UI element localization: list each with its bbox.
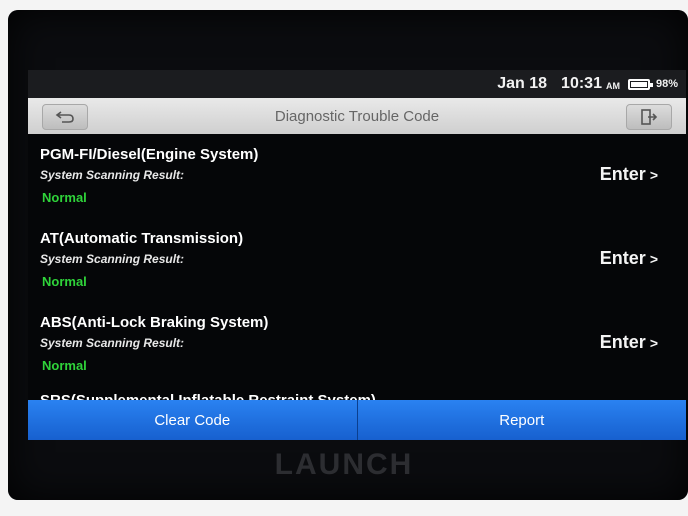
- status-bar: Jan 18 10:31 AM 98%: [28, 70, 686, 98]
- clear-code-button[interactable]: Clear Code: [28, 400, 357, 440]
- system-name: ABS(Anti-Lock Braking System): [40, 314, 269, 331]
- enter-button[interactable]: Enter >: [600, 248, 658, 269]
- battery-percent: 98%: [655, 78, 678, 90]
- back-arrow-icon: [55, 111, 74, 123]
- exit-icon: [641, 109, 658, 125]
- report-button[interactable]: Report: [357, 400, 686, 440]
- enter-button[interactable]: Enter >: [600, 332, 658, 353]
- enter-button[interactable]: Enter >: [600, 164, 658, 185]
- exit-button[interactable]: [626, 104, 672, 130]
- partial-system-name[interactable]: SRS(Supplemental Inflatable Restraint Sy…: [40, 392, 376, 400]
- enter-label: Enter: [599, 248, 646, 268]
- scan-result-label: System Scanning Result:: [40, 252, 185, 266]
- scan-result-label: System Scanning Result:: [40, 336, 185, 350]
- title-bar: Diagnostic Trouble Code: [28, 98, 686, 134]
- battery-icon: [627, 78, 653, 90]
- system-list: PGM-FI/Diesel(Engine System) System Scan…: [28, 134, 686, 400]
- brand-logo: LAUNCH: [274, 448, 414, 481]
- chevron-right-icon: >: [649, 335, 658, 351]
- status-date: Jan 18: [497, 75, 548, 92]
- device-frame: Jan 18 10:31 AM 98% Diagnostic Trouble C…: [8, 10, 688, 500]
- system-name: PGM-FI/Diesel(Engine System): [40, 146, 259, 163]
- scan-status: Normal: [42, 190, 87, 205]
- list-item: PGM-FI/Diesel(Engine System) System Scan…: [38, 146, 678, 230]
- scan-result-label: System Scanning Result:: [40, 168, 185, 182]
- chevron-right-icon: >: [649, 167, 658, 183]
- system-name: AT(Automatic Transmission): [40, 230, 244, 247]
- scan-status: Normal: [42, 274, 87, 289]
- list-item: ABS(Anti-Lock Braking System) System Sca…: [38, 314, 678, 398]
- chevron-right-icon: >: [649, 251, 658, 267]
- status-time: 10:31: [561, 75, 602, 92]
- list-item: AT(Automatic Transmission) System Scanni…: [38, 230, 678, 314]
- bottom-bar: Clear Code Report: [28, 400, 686, 440]
- scan-status: Normal: [42, 358, 87, 373]
- back-button[interactable]: [42, 104, 88, 130]
- enter-label: Enter: [599, 164, 646, 184]
- enter-label: Enter: [599, 332, 646, 352]
- page-title: Diagnostic Trouble Code: [274, 107, 440, 125]
- screen: Jan 18 10:31 AM 98% Diagnostic Trouble C…: [28, 70, 686, 440]
- status-ampm: AM: [605, 81, 620, 91]
